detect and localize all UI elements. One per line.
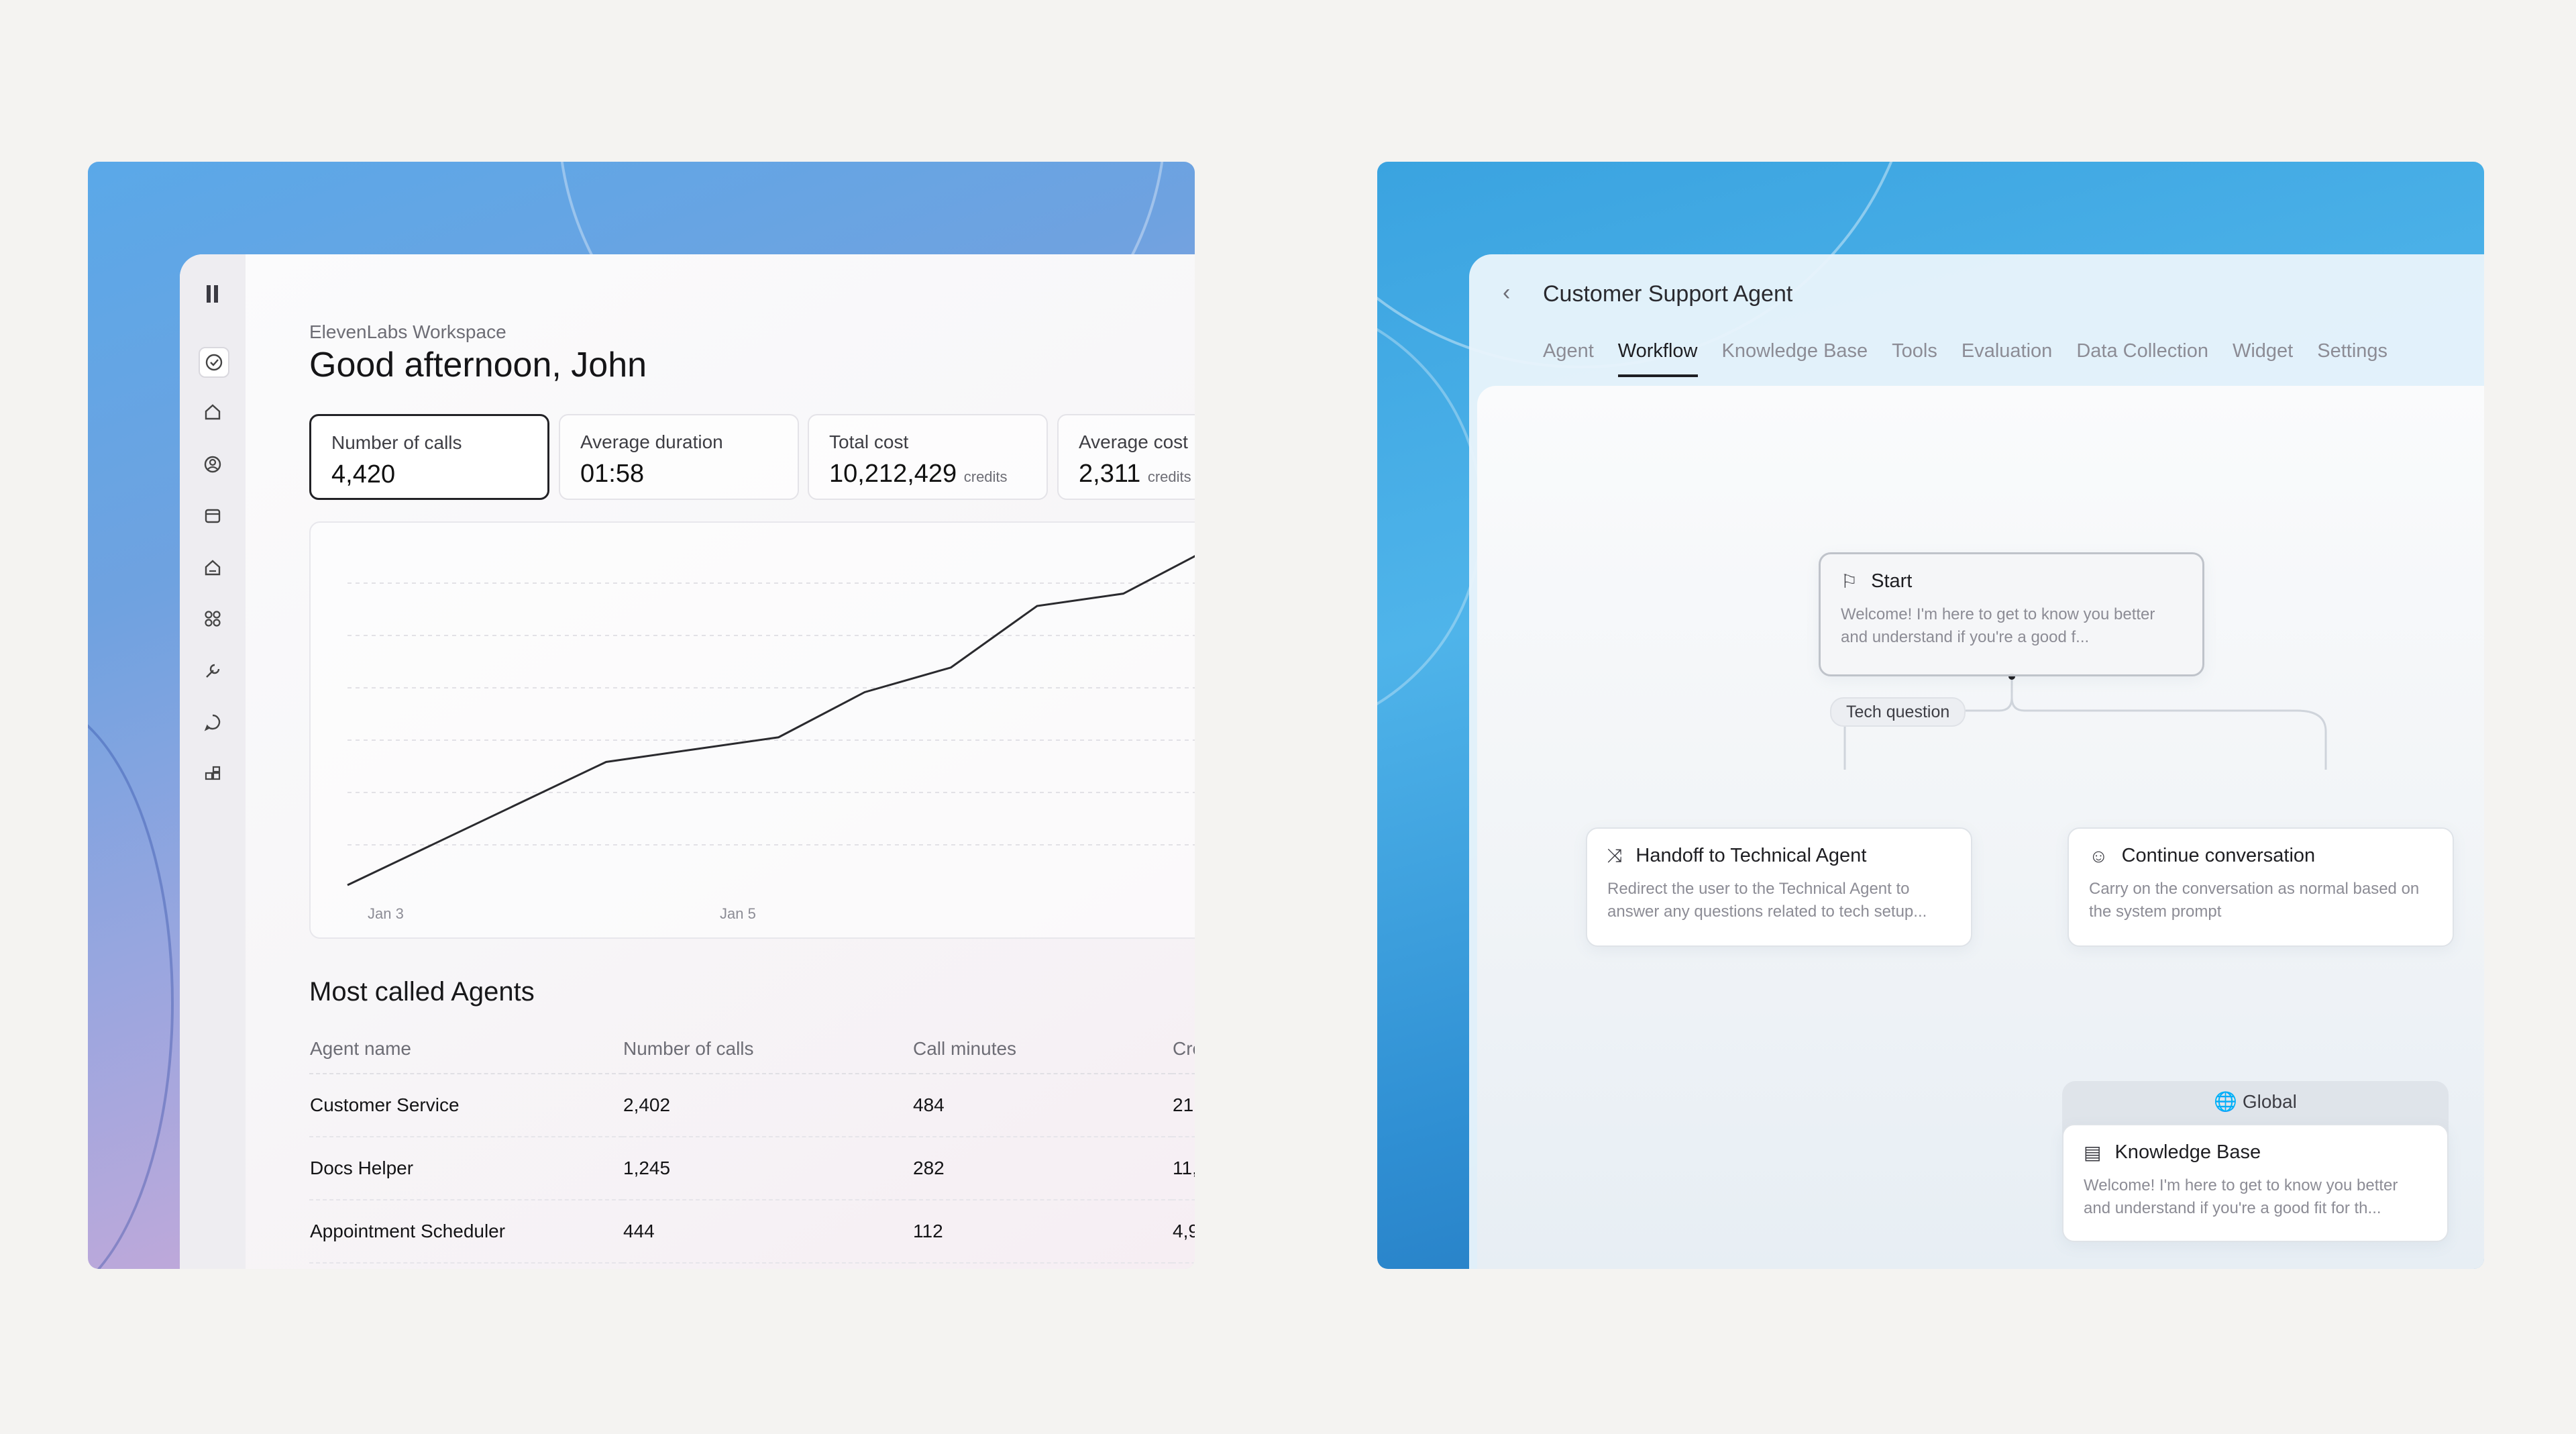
tab-knowledge-base[interactable]: Knowledge Base bbox=[1722, 340, 1868, 377]
continue-node[interactable]: ☺ Continue conversation Carry on the conv… bbox=[2068, 827, 2454, 947]
node-description: Carry on the conversation as normal base… bbox=[2089, 880, 2420, 921]
table-header-row: Agent name Number of calls Call minutes … bbox=[309, 1025, 1195, 1074]
edge-label[interactable]: Tech question bbox=[1830, 697, 1966, 727]
agent-name: Appointment Scheduler bbox=[309, 1200, 623, 1264]
node-description: Redirect the user to the Technical Agent… bbox=[1607, 880, 1927, 921]
knowledge-base-node[interactable]: ▤ Knowledge Base Welcome! I'm here to get… bbox=[2062, 1124, 2449, 1242]
line-chart: Jan 3 Jan 5 bbox=[347, 555, 1195, 922]
call-count: 1,245 bbox=[623, 1137, 912, 1200]
tab-tools[interactable]: Tools bbox=[1892, 340, 1937, 377]
tab-settings[interactable]: Settings bbox=[2317, 340, 2387, 377]
column-header[interactable]: Cre bbox=[1172, 1025, 1195, 1074]
branch-icon: ⤨ bbox=[1607, 845, 1623, 866]
stat-value: 4,420 bbox=[331, 460, 396, 489]
call-minutes: 484 bbox=[912, 1074, 1172, 1137]
node-title: Handoff to Technical Agent bbox=[1635, 845, 1867, 866]
tab-widget[interactable]: Widget bbox=[2233, 340, 2293, 377]
call-count: 2,402 bbox=[623, 1074, 912, 1137]
dashboard-window: ElevenLabs Workspace Good afternoon, Joh… bbox=[180, 254, 1195, 1269]
calendar-icon[interactable] bbox=[199, 501, 227, 529]
stat-value: 2,311 bbox=[1079, 460, 1141, 488]
x-tick-label: Jan 3 bbox=[368, 905, 404, 922]
globe-icon: 🌐 bbox=[2214, 1091, 2238, 1112]
dashboard-panel: ElevenLabs Workspace Good afternoon, Joh… bbox=[88, 162, 1195, 1269]
node-title: Start bbox=[1871, 570, 1913, 592]
credits: 21, bbox=[1172, 1074, 1195, 1137]
stat-label: Average duration bbox=[580, 431, 723, 452]
integrations-icon[interactable] bbox=[199, 760, 227, 788]
home-icon[interactable] bbox=[199, 398, 227, 426]
dashboard-icon[interactable] bbox=[199, 347, 229, 378]
stat-number-of-calls[interactable]: Number of calls 4,420 bbox=[309, 414, 549, 500]
stat-unit: credits p bbox=[1147, 468, 1195, 485]
tools-icon[interactable] bbox=[199, 657, 227, 685]
agent-name: Customer Service bbox=[309, 1074, 623, 1137]
table-row[interactable]: Appointment Scheduler 444 112 4,9 bbox=[309, 1200, 1195, 1264]
stat-total-cost[interactable]: Total cost 10,212,429 credits bbox=[808, 414, 1048, 500]
agent-name: Docs Helper bbox=[309, 1137, 623, 1200]
global-group: 🌐 Global ▤ Knowledge Base Welcome! I'm he… bbox=[2062, 1081, 2449, 1242]
call-count: 444 bbox=[623, 1200, 912, 1264]
tab-agent[interactable]: Agent bbox=[1543, 340, 1594, 377]
handoff-node[interactable]: ⤨ Handoff to Technical Agent Redirect the… bbox=[1586, 827, 1972, 947]
stat-average-cost[interactable]: Average cost 2,311 credits p bbox=[1057, 414, 1195, 500]
call-minutes: 282 bbox=[912, 1137, 1172, 1200]
background-swirl bbox=[1377, 296, 1483, 737]
x-tick-label: Jan 5 bbox=[720, 905, 756, 922]
stat-value: 01:58 bbox=[580, 460, 645, 488]
inbox-icon[interactable] bbox=[199, 554, 227, 582]
agent-tabs: Agent Workflow Knowledge Base Tools Eval… bbox=[1543, 340, 2387, 377]
agent-window: ‹ Customer Support Agent Agent Workflow … bbox=[1469, 254, 2484, 1269]
greeting: Good afternoon, John bbox=[309, 346, 647, 385]
start-node[interactable]: ⚐ Start Welcome! I'm here to get to know … bbox=[1819, 552, 2204, 676]
call-minutes: 112 bbox=[912, 1200, 1172, 1264]
agents-icon[interactable] bbox=[199, 450, 227, 478]
column-header[interactable]: Number of calls bbox=[623, 1025, 912, 1074]
stat-value: 10,212,429 bbox=[829, 460, 957, 488]
edge-to-continue bbox=[2010, 676, 2327, 770]
tab-workflow[interactable]: Workflow bbox=[1617, 340, 1698, 377]
sidebar bbox=[180, 254, 247, 1269]
book-icon: ▤ bbox=[2084, 1142, 2102, 1163]
node-title: Knowledge Base bbox=[2114, 1141, 2261, 1163]
credits: 11, bbox=[1172, 1137, 1195, 1200]
workflow-canvas[interactable]: ⚐ Start Welcome! I'm here to get to know … bbox=[1477, 386, 2484, 1269]
credits: 4,9 bbox=[1172, 1200, 1195, 1264]
agents-table: Agent name Number of calls Call minutes … bbox=[309, 1025, 1195, 1264]
agent-panel: ‹ Customer Support Agent Agent Workflow … bbox=[1377, 162, 2484, 1269]
chat-icon[interactable] bbox=[199, 708, 227, 736]
background-swirl bbox=[88, 699, 174, 1269]
tab-data-collection[interactable]: Data Collection bbox=[2076, 340, 2208, 377]
table-row[interactable]: Docs Helper 1,245 282 11, bbox=[309, 1137, 1195, 1200]
global-label: Global bbox=[2242, 1091, 2297, 1112]
back-chevron-icon[interactable]: ‹ bbox=[1503, 280, 1510, 306]
stat-average-duration[interactable]: Average duration 01:58 bbox=[559, 414, 799, 500]
stat-label: Total cost bbox=[829, 431, 909, 452]
flag-icon: ⚐ bbox=[1841, 571, 1858, 592]
stat-label: Number of calls bbox=[331, 432, 462, 453]
calls-chart: Jan 3 Jan 5 bbox=[309, 521, 1195, 939]
collapse-icon[interactable] bbox=[199, 280, 227, 308]
stat-label: Average cost bbox=[1079, 431, 1188, 452]
apps-icon[interactable] bbox=[199, 605, 227, 633]
smile-icon: ☺ bbox=[2089, 845, 2108, 866]
stat-unit: credits bbox=[963, 468, 1008, 485]
workspace-name: ElevenLabs Workspace bbox=[309, 321, 506, 342]
tab-evaluation[interactable]: Evaluation bbox=[1962, 340, 2052, 377]
column-header[interactable]: Call minutes bbox=[912, 1025, 1172, 1074]
node-description: Welcome! I'm here to get to know you bet… bbox=[2084, 1176, 2398, 1217]
node-title: Continue conversation bbox=[2121, 845, 2316, 866]
dashboard-main: ElevenLabs Workspace Good afternoon, Joh… bbox=[246, 254, 1195, 1269]
node-description: Welcome! I'm here to get to know you bet… bbox=[1841, 605, 2155, 646]
table-row[interactable]: Customer Service 2,402 484 21, bbox=[309, 1074, 1195, 1137]
agent-title: Customer Support Agent bbox=[1543, 281, 1793, 307]
series-line bbox=[347, 555, 1195, 886]
column-header[interactable]: Agent name bbox=[309, 1025, 623, 1074]
section-title: Most called Agents bbox=[309, 977, 535, 1007]
